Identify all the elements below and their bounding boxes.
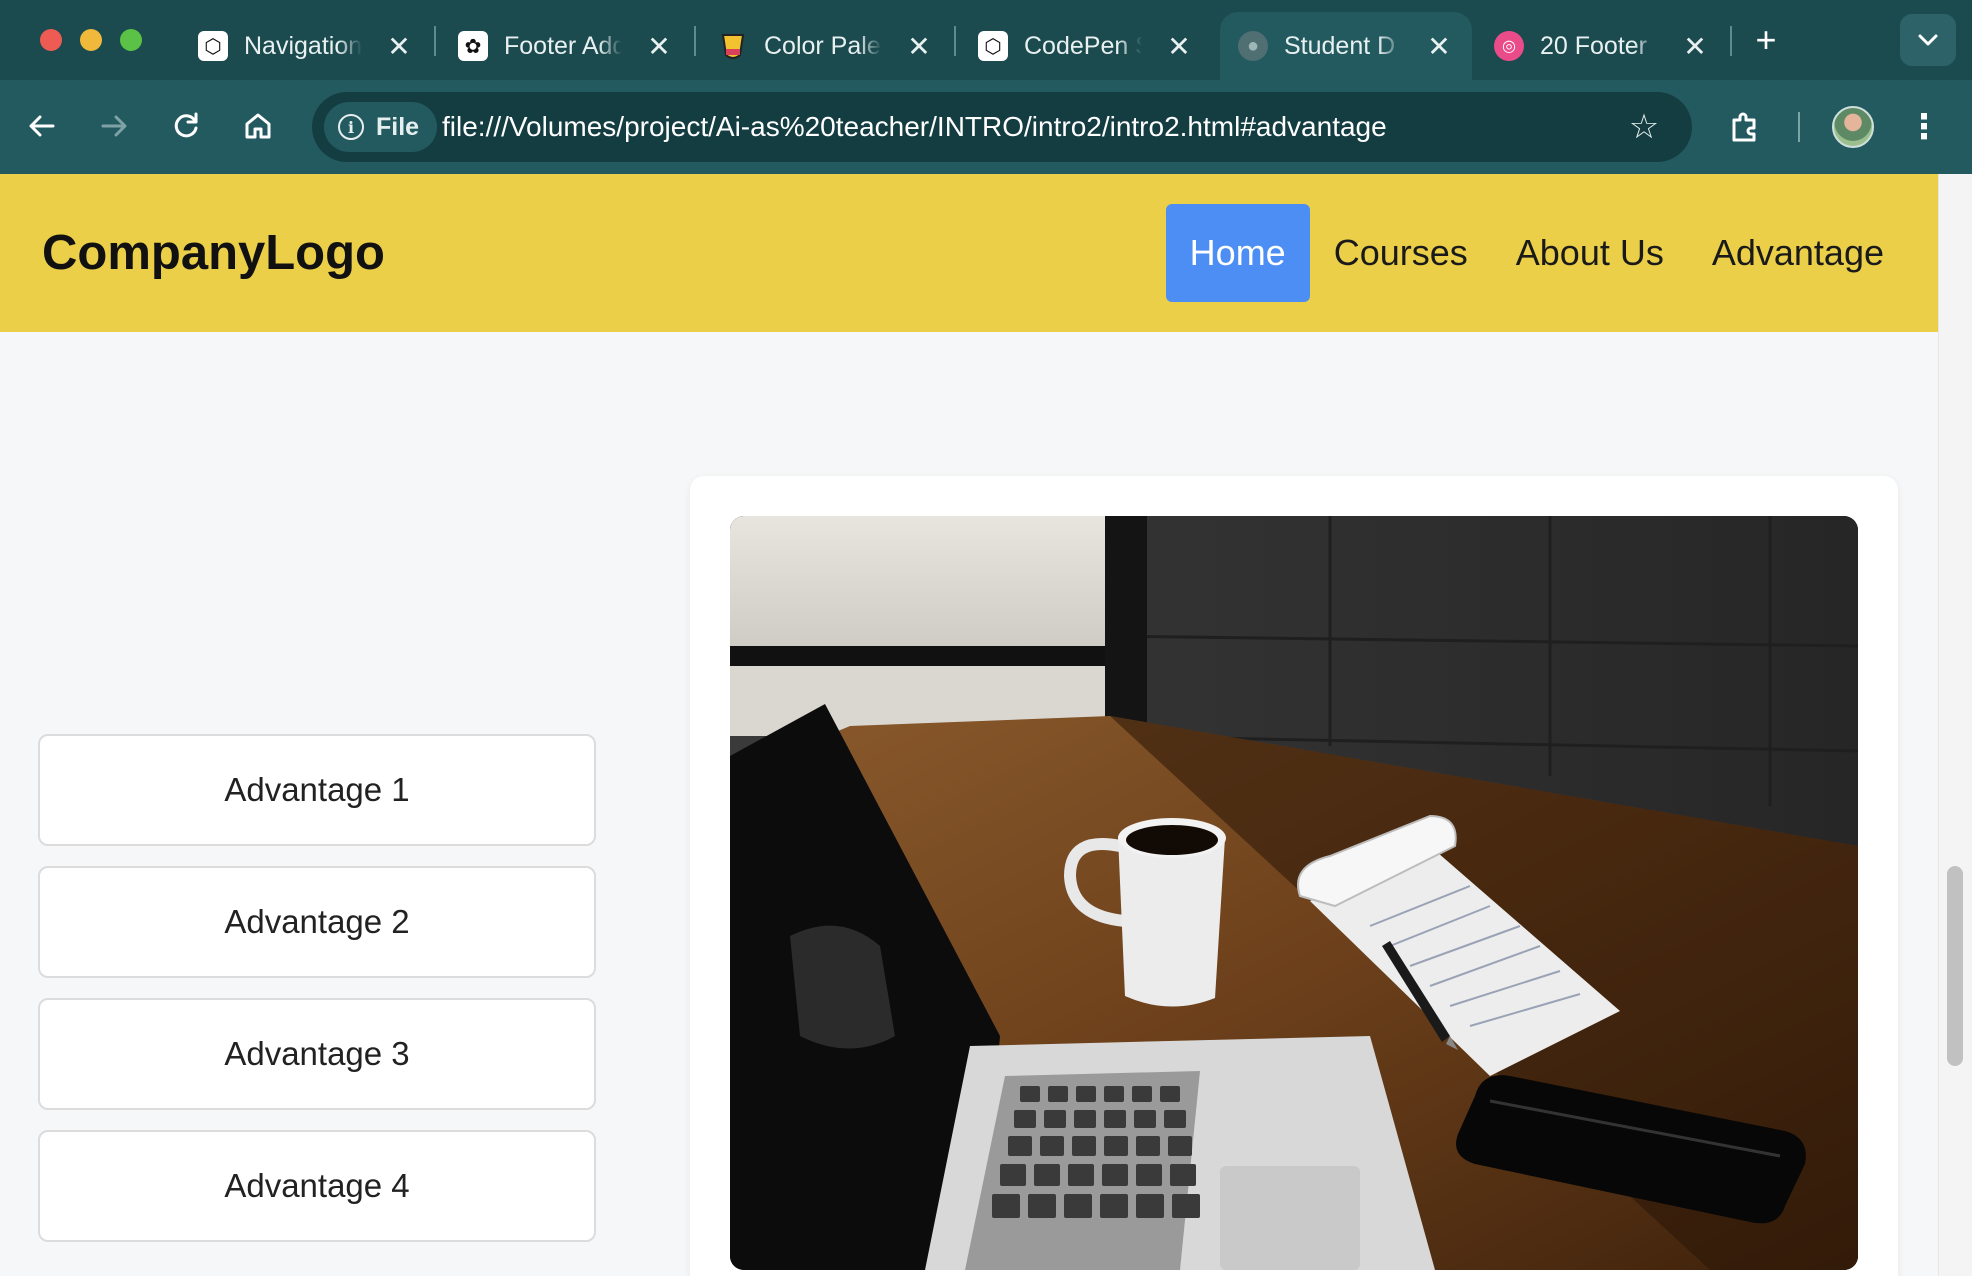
home-button[interactable] — [234, 102, 282, 150]
window-close-button[interactable] — [40, 29, 62, 51]
close-icon[interactable]: ✕ — [1680, 31, 1710, 62]
home-icon — [245, 113, 271, 139]
close-icon[interactable]: ✕ — [384, 31, 414, 62]
site-header: CompanyLogo Home Courses About Us Advant… — [0, 174, 1938, 332]
close-icon[interactable]: ✕ — [1164, 31, 1194, 62]
openai-icon: ✿ — [458, 31, 488, 61]
extensions-button[interactable] — [1720, 102, 1770, 152]
close-icon[interactable]: ✕ — [904, 31, 934, 62]
reload-icon — [174, 112, 198, 138]
browser-tab[interactable]: ✿ Footer Add ✕ — [458, 12, 674, 80]
new-tab-button[interactable]: + — [1748, 19, 1784, 60]
globe-icon: ● — [1238, 31, 1268, 61]
advantage-item-3[interactable]: Advantage 3 — [38, 998, 596, 1110]
tab-title: Navigation — [244, 31, 362, 60]
puzzle-icon — [1732, 112, 1756, 142]
back-button[interactable] — [18, 102, 66, 150]
codepen-icon: ⬡ — [978, 31, 1008, 61]
company-logo[interactable]: CompanyLogo — [42, 174, 385, 332]
browser-tab[interactable]: ⬡ Navigation ✕ — [198, 12, 414, 80]
toolbar-divider — [1798, 112, 1800, 142]
main-nav: Home Courses About Us Advantage — [1165, 204, 1908, 302]
browser-tab-bar: ⬡ Navigation ✕ ✿ Footer Add ✕ Color Pale… — [0, 0, 1972, 80]
reload-button[interactable] — [162, 102, 210, 150]
browser-tab[interactable]: ⬡ CodePen S ✕ — [978, 12, 1194, 80]
arrow-right-icon — [101, 115, 127, 137]
browser-tab[interactable]: Color Palet ✕ — [718, 12, 934, 80]
close-icon[interactable]: ✕ — [1424, 31, 1454, 62]
bookmark-star-icon[interactable]: ☆ — [1622, 105, 1666, 149]
tab-title: CodePen S — [1024, 31, 1142, 60]
more-menu-icon[interactable]: ⋮ — [1906, 102, 1942, 152]
browser-toolbar: i File file:///Volumes/project/Ai-as%20t… — [0, 80, 1972, 174]
page-viewport: CompanyLogo Home Courses About Us Advant… — [0, 174, 1972, 1276]
forward-button[interactable] — [90, 102, 138, 150]
tab-title: Footer Add — [504, 31, 622, 60]
tab-title: Color Palet — [764, 31, 882, 60]
site-info-chip[interactable]: i File — [324, 102, 438, 152]
desk-laptop-coffee-image — [730, 516, 1858, 1270]
paint-bucket-icon — [718, 31, 748, 61]
advantage-image-card — [690, 476, 1898, 1276]
nav-advantage[interactable]: Advantage — [1688, 204, 1908, 302]
tab-title: Student D — [1284, 31, 1396, 60]
browser-tab[interactable]: ◎ 20 Footer ✕ — [1494, 12, 1710, 80]
advantage-item-1[interactable]: Advantage 1 — [38, 734, 596, 846]
nav-courses[interactable]: Courses — [1310, 204, 1492, 302]
url-text[interactable]: file:///Volumes/project/Ai-as%20teacher/… — [442, 92, 1387, 162]
tab-title: 20 Footer — [1540, 31, 1648, 60]
tab-divider — [1730, 26, 1732, 56]
tab-search-button[interactable] — [1900, 14, 1956, 66]
tab-divider — [954, 26, 956, 56]
window-zoom-button[interactable] — [120, 29, 142, 51]
nav-about-us[interactable]: About Us — [1492, 204, 1688, 302]
advantage-list: Advantage 1 Advantage 2 Advantage 3 Adva… — [38, 734, 596, 1262]
scrollbar-thumb[interactable] — [1947, 866, 1963, 1066]
info-icon: i — [338, 114, 364, 140]
browser-tab-active[interactable]: ● Student D ✕ — [1220, 12, 1472, 80]
tab-divider — [434, 26, 436, 56]
workspace-photo — [730, 516, 1858, 1270]
address-bar[interactable]: i File file:///Volumes/project/Ai-as%20t… — [312, 92, 1692, 162]
advantage-item-2[interactable]: Advantage 2 — [38, 866, 596, 978]
window-minimize-button[interactable] — [80, 29, 102, 51]
close-icon[interactable]: ✕ — [644, 31, 674, 62]
profile-avatar[interactable] — [1832, 106, 1874, 148]
arrow-left-icon — [29, 115, 55, 137]
tab-divider — [694, 26, 696, 56]
dribbble-icon: ◎ — [1494, 31, 1524, 61]
chevron-down-icon — [1918, 34, 1938, 46]
site-info-label: File — [376, 112, 420, 141]
codepen-icon: ⬡ — [198, 31, 228, 61]
page-scrollbar[interactable] — [1938, 174, 1972, 1276]
nav-home[interactable]: Home — [1165, 204, 1310, 302]
advantage-item-4[interactable]: Advantage 4 — [38, 1130, 596, 1242]
